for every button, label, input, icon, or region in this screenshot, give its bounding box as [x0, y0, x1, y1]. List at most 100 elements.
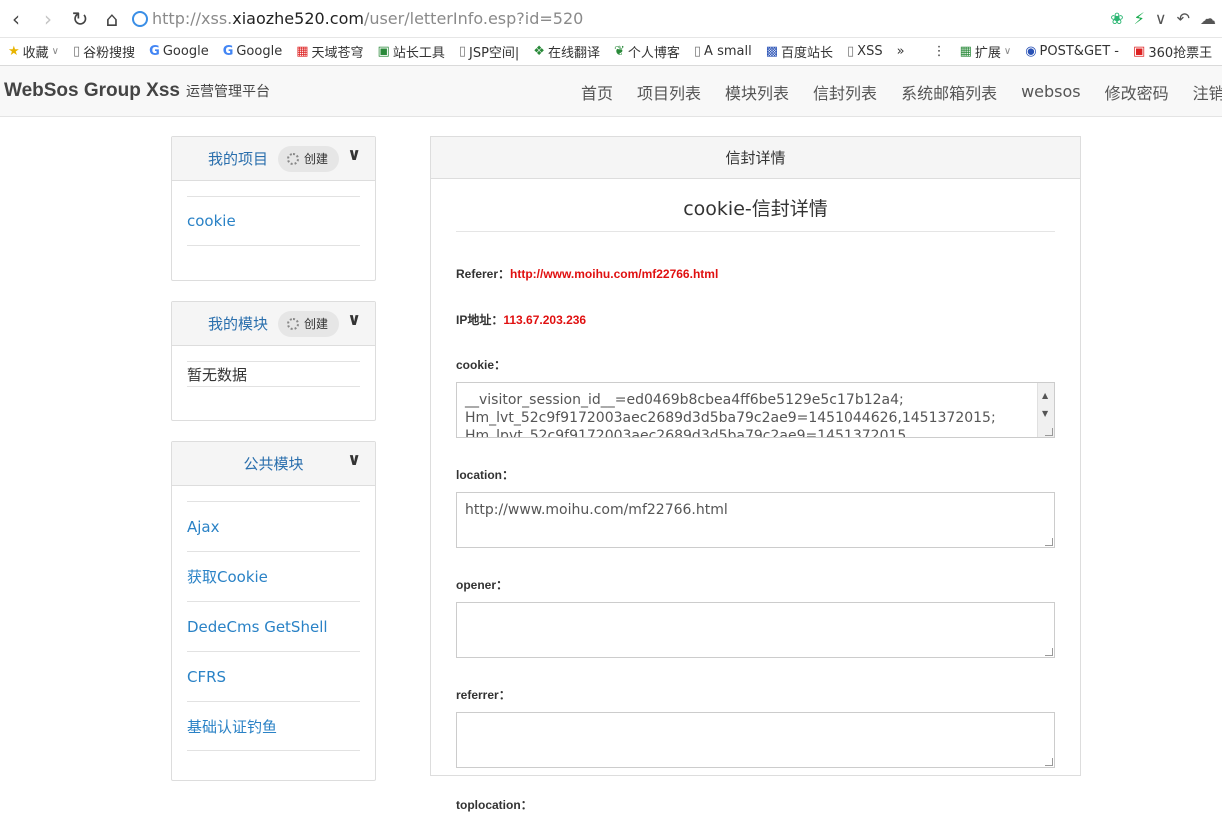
chevron-down-icon: ∨: [1003, 46, 1012, 57]
panel-header: 我的项目 创建 ∨: [172, 137, 375, 181]
bookmark-item[interactable]: ▩ 百度站长: [766, 42, 833, 61]
panel-header: 公共模块 ∨: [172, 442, 375, 486]
bookmark-item[interactable]: ▦ 天域苍穹: [296, 42, 363, 61]
location-textarea[interactable]: http://www.moihu.com/mf22766.html: [456, 492, 1055, 548]
panel-header: 我的模块 创建 ∨: [172, 302, 375, 346]
nav-letter-list[interactable]: 信封列表: [813, 80, 877, 104]
ticket-icon: ▣: [1133, 44, 1146, 59]
project-item[interactable]: cookie: [187, 196, 360, 246]
ip-row: IP地址：113.67.203.236: [456, 311, 1055, 328]
url-path: /user/letterInfo.esp?id=520: [363, 9, 584, 28]
globe-icon: ◉: [1025, 44, 1037, 59]
brand-subtitle: 运营管理平台: [185, 83, 270, 99]
site-icon: ▦: [296, 44, 309, 59]
public-module-item[interactable]: Ajax: [187, 501, 360, 551]
back-icon[interactable]: ‹: [0, 0, 32, 38]
scroll-down-icon[interactable]: ▼: [1042, 405, 1048, 423]
panel-body: 暂无数据: [172, 346, 375, 397]
address-bar[interactable]: http://xss. xiaozhe520.com/user/letterInf…: [128, 0, 1110, 38]
panel-body: cookie-信封详情 Referer：http://www.moihu.com…: [431, 179, 1080, 813]
cloud-icon[interactable]: ☁: [1200, 9, 1216, 28]
dropdown-icon[interactable]: ∨: [1155, 9, 1167, 28]
opener-label: opener：: [456, 578, 509, 592]
bookmarks-bar: ★ 收藏 ∨ ▯ 谷粉搜搜 G Google G Google ▦ 天域苍穹 ▣ 站长工具 ▯…: [0, 38, 1222, 66]
nav-websos[interactable]: websos: [1021, 82, 1081, 101]
nav-logout[interactable]: 注销: [1193, 80, 1222, 104]
google-icon: G: [222, 44, 234, 59]
bookmark-item[interactable]: ▯ A small: [694, 44, 752, 59]
bookmark-item[interactable]: ▣ 站长工具: [378, 42, 445, 61]
create-project-button[interactable]: 创建: [278, 145, 340, 172]
globe-icon: [132, 10, 148, 27]
bookmark-item[interactable]: ▯ 谷粉搜搜: [73, 42, 135, 61]
translate-icon: ❖: [533, 44, 545, 59]
page-icon: ▯: [458, 44, 466, 59]
reload-icon[interactable]: ↻: [64, 0, 96, 38]
leaf-icon: ❦: [613, 44, 625, 59]
extension-post-get[interactable]: ◉ POST&GET -: [1025, 44, 1119, 59]
url-domain: xiaozhe520.com: [232, 9, 364, 28]
chevron-down-icon[interactable]: ∨: [347, 145, 361, 165]
scroll-up-icon[interactable]: ▲: [1042, 387, 1048, 405]
ip-label: IP地址：: [456, 313, 504, 327]
page-icon: ▯: [693, 44, 702, 59]
referer-row: Referer：http://www.moihu.com/mf22766.htm…: [456, 265, 1055, 282]
cookie-label: cookie：: [456, 358, 507, 372]
home-icon[interactable]: ⌂: [96, 0, 128, 38]
kebab-menu-icon[interactable]: ⋮: [933, 44, 946, 59]
site-icon: ▣: [377, 44, 390, 59]
opener-textarea[interactable]: [456, 602, 1055, 658]
resize-handle-icon[interactable]: [1045, 758, 1053, 766]
my-modules-panel: 我的模块 创建 ∨ 暂无数据: [171, 301, 376, 421]
bookmark-item[interactable]: ❦ 个人博客: [614, 42, 680, 61]
public-module-item[interactable]: 获取Cookie: [187, 551, 360, 601]
location-label: location：: [456, 468, 515, 482]
forward-icon[interactable]: ›: [32, 0, 64, 38]
referrer-textarea[interactable]: [456, 712, 1055, 768]
brand[interactable]: WebSos Group Xss 运营管理平台: [4, 80, 270, 102]
bookmark-item[interactable]: G Google: [223, 44, 283, 59]
browser-toolbar: ‹ › ↻ ⌂ http://xss. xiaozhe520.com/user/l…: [0, 0, 1222, 38]
my-projects-panel: 我的项目 创建 ∨ cookie: [171, 136, 376, 281]
bookmark-item[interactable]: ❖ 在线翻译: [533, 42, 600, 61]
nav-project-list[interactable]: 项目列表: [637, 80, 701, 104]
resize-handle-icon[interactable]: [1045, 428, 1053, 436]
panel-title[interactable]: 我的项目: [208, 148, 268, 169]
nav-home[interactable]: 首页: [581, 80, 613, 104]
panel-title[interactable]: 我的模块: [208, 313, 268, 334]
chevron-down-icon[interactable]: ∨: [347, 310, 361, 330]
nav-module-list[interactable]: 模块列表: [725, 80, 789, 104]
create-module-button[interactable]: 创建: [278, 310, 340, 337]
bookmark-favorites[interactable]: ★ 收藏 ∨: [8, 42, 59, 61]
resize-handle-icon[interactable]: [1045, 538, 1053, 546]
bookmark-item[interactable]: G Google: [149, 44, 209, 59]
cookie-textarea[interactable]: __visitor_session_id__=ed0469b8cbea4ff6b…: [456, 382, 1055, 438]
toplocation-label: toplocation：: [456, 798, 533, 812]
extension-ticket[interactable]: ▣ 360抢票王: [1133, 42, 1212, 61]
page-icon: ▯: [73, 44, 81, 59]
public-modules-panel: 公共模块 ∨ Ajax 获取Cookie DedeCms GetShell CF…: [171, 441, 376, 781]
panel-title[interactable]: 公共模块: [243, 453, 303, 474]
sync-icon[interactable]: ❀: [1110, 9, 1123, 28]
undo-icon[interactable]: ↶: [1177, 9, 1190, 28]
loading-icon: [287, 152, 299, 165]
main-nav: 首页 项目列表 模块列表 信封列表 系统邮箱列表 websos 修改密码 注销: [569, 66, 1222, 117]
site-header: WebSos Group Xss 运营管理平台 首页 项目列表 模块列表 信封列…: [0, 66, 1222, 117]
bookmark-item[interactable]: ▯ XSS: [847, 44, 883, 59]
public-module-item[interactable]: DedeCms GetShell: [187, 601, 360, 651]
chevron-down-icon[interactable]: ∨: [347, 450, 361, 470]
extensions-button[interactable]: ▦ 扩展 ∨: [960, 42, 1012, 61]
page-icon: ▯: [847, 44, 855, 59]
nav-system-mailbox-list[interactable]: 系统邮箱列表: [901, 80, 997, 104]
grid-icon: ▦: [959, 44, 972, 59]
referer-value: http://www.moihu.com/mf22766.html: [510, 267, 719, 281]
lightning-icon[interactable]: ⚡: [1134, 9, 1145, 28]
nav-change-password[interactable]: 修改密码: [1105, 80, 1169, 104]
star-icon: ★: [8, 44, 20, 59]
referer-label: Referer：: [456, 267, 511, 281]
bookmark-item[interactable]: ▯ JSP空间|: [459, 42, 519, 61]
public-module-item[interactable]: CFRS: [187, 651, 360, 701]
resize-handle-icon[interactable]: [1045, 648, 1053, 656]
more-bookmarks-button[interactable]: »: [897, 44, 905, 59]
public-module-item[interactable]: 基础认证钓鱼: [187, 701, 360, 751]
